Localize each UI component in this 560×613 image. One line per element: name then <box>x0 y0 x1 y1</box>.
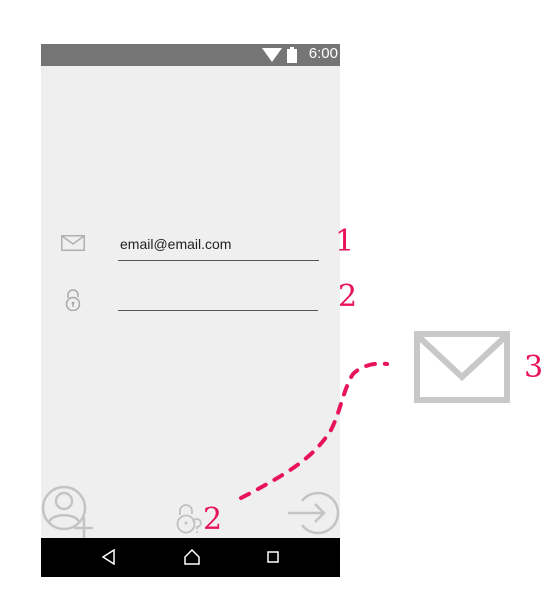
wifi-icon <box>262 48 282 62</box>
email-field-underline <box>118 260 319 261</box>
annotation-label-2: 2 <box>338 279 358 314</box>
mail-icon-large <box>414 331 510 403</box>
add-user-icon[interactable] <box>41 484 93 538</box>
back-icon[interactable] <box>102 549 116 565</box>
battery-icon <box>287 47 297 63</box>
annotation-label-1: 1 <box>335 224 355 259</box>
navigation-bar <box>41 538 340 577</box>
email-field[interactable]: email@email.com <box>120 236 231 252</box>
annotation-label-3: 3 <box>524 350 544 385</box>
password-field[interactable] <box>118 288 319 310</box>
dashed-callout-arrow <box>239 361 389 500</box>
mail-icon <box>61 235 85 251</box>
forgot-password-icon[interactable] <box>175 502 203 534</box>
annotation-label-2-bottom: 2 <box>203 502 223 537</box>
recents-icon[interactable] <box>267 551 279 563</box>
status-time: 6:00 <box>308 45 338 62</box>
password-field-underline <box>118 310 318 311</box>
home-icon[interactable] <box>184 549 200 565</box>
status-bar: 6:00 <box>41 44 340 66</box>
lock-icon <box>65 289 81 311</box>
